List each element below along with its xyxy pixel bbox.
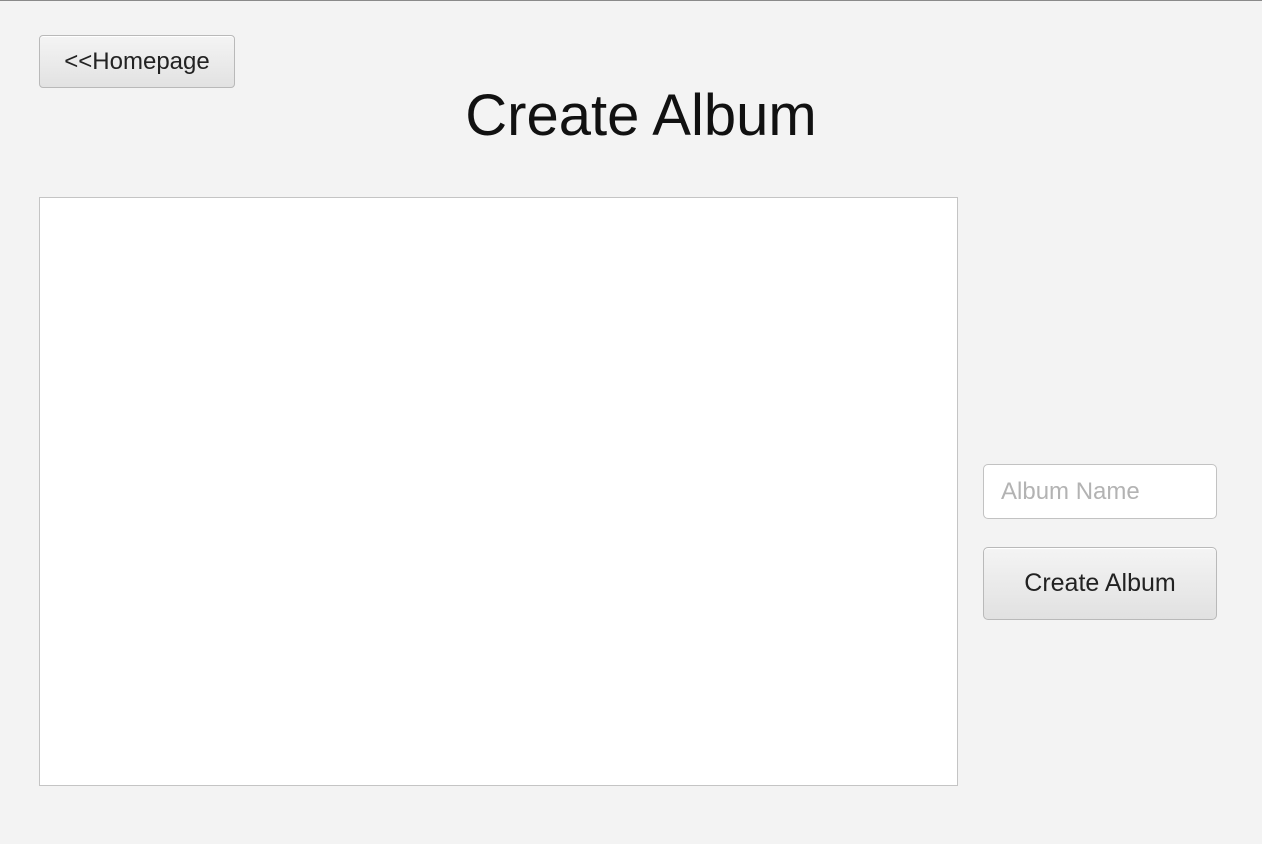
create-album-button[interactable]: Create Album	[983, 547, 1217, 620]
album-list[interactable]	[39, 197, 958, 786]
top-divider	[0, 0, 1262, 1]
page-title: Create Album	[465, 83, 817, 148]
album-name-input[interactable]	[983, 464, 1217, 519]
